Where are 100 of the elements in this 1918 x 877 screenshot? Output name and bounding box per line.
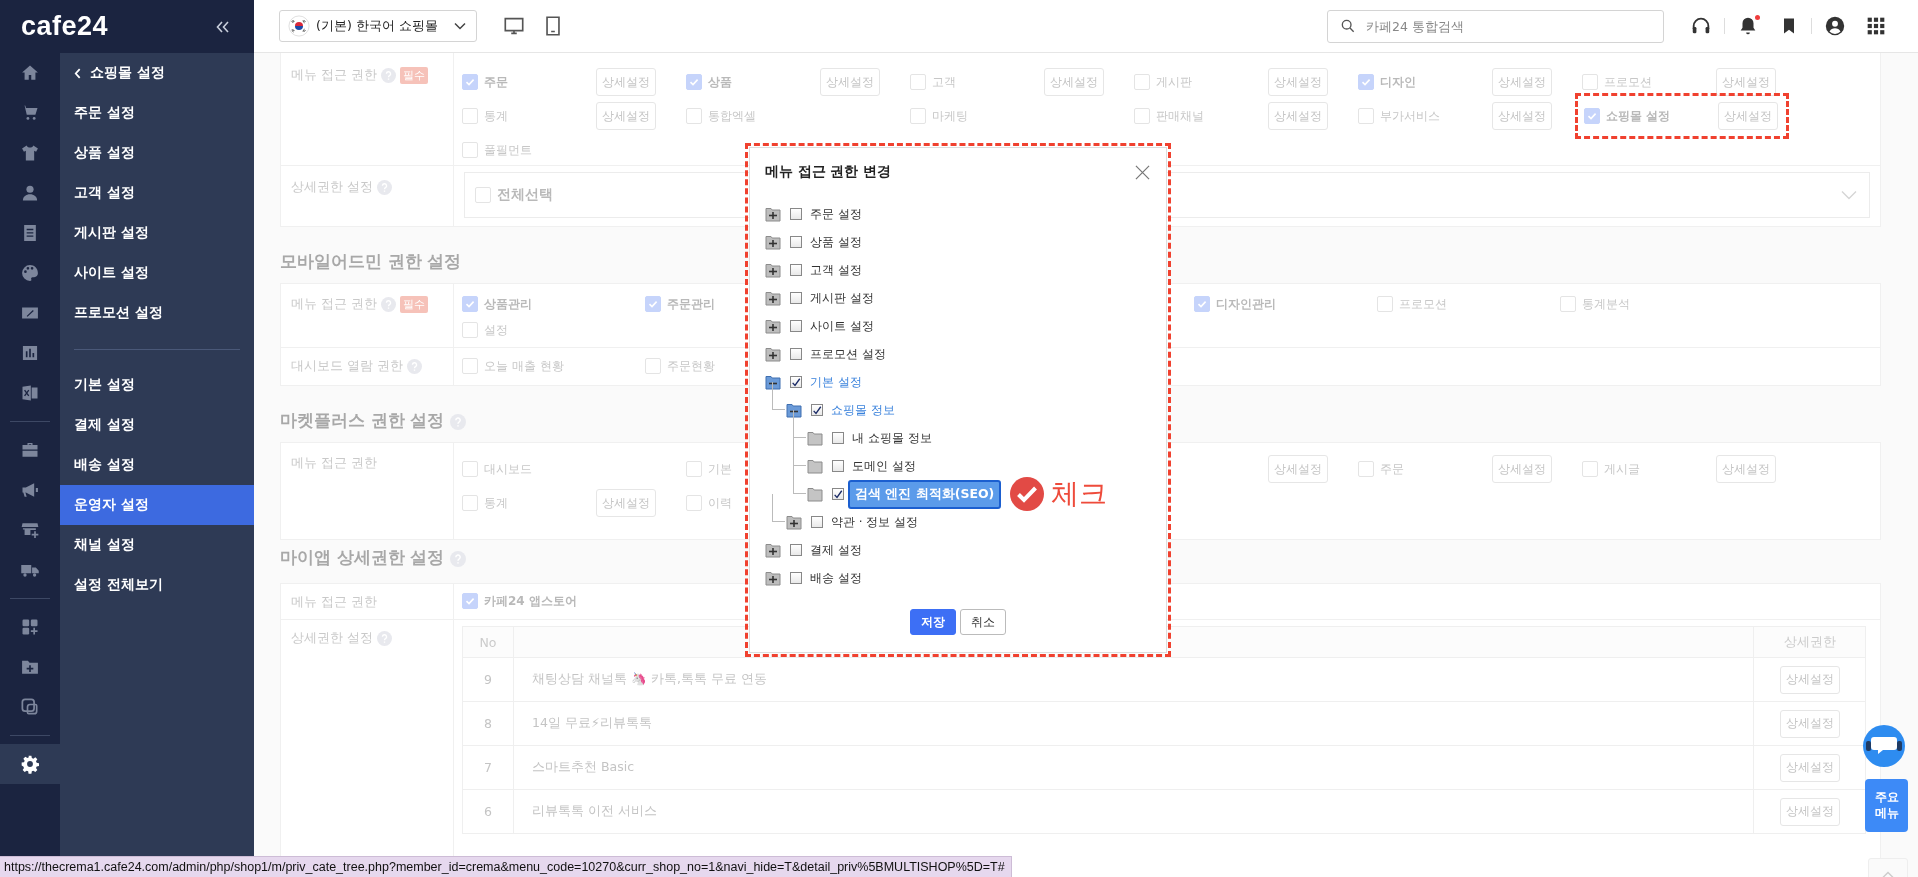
tree-line: [793, 410, 806, 438]
menu-item[interactable]: 프로모션 설정: [60, 293, 254, 333]
menu-item[interactable]: 기본 설정: [60, 365, 254, 405]
home-icon[interactable]: [20, 63, 40, 83]
checkbox[interactable]: [790, 544, 802, 556]
shirt-icon[interactable]: [20, 143, 40, 163]
checkbox[interactable]: [811, 516, 823, 528]
search-icon: [1340, 18, 1356, 34]
folder-plus-icon[interactable]: [786, 514, 802, 530]
search-field[interactable]: 카페24 통합검색: [1327, 9, 1664, 43]
chevron-down-icon: [1841, 190, 1857, 200]
checkbox[interactable]: [790, 320, 802, 332]
save-button[interactable]: 저장: [909, 609, 956, 635]
tree-item[interactable]: 게시판 설정: [810, 289, 874, 307]
flag-icon: [288, 15, 310, 37]
menu-item[interactable]: 결제 설정: [60, 405, 254, 445]
chevron-down-icon: [454, 22, 466, 30]
folder-plus-icon[interactable]: [765, 318, 781, 334]
checkbox-label: 프로모션: [1604, 73, 1652, 91]
palette-icon[interactable]: [20, 263, 40, 283]
checkbox-label: 디자인: [1380, 73, 1416, 91]
folder-plus-icon[interactable]: [765, 346, 781, 362]
tree-item[interactable]: 쇼핑몰 정보: [831, 401, 895, 419]
menu-item[interactable]: 게시판 설정: [60, 213, 254, 253]
tree-item[interactable]: 프로모션 설정: [810, 345, 886, 363]
checkbox[interactable]: [790, 208, 802, 220]
checkbox[interactable]: [832, 432, 844, 444]
checkbox[interactable]: [811, 404, 823, 416]
rail-button[interactable]: [0, 744, 60, 784]
checkbox[interactable]: [790, 348, 802, 360]
tree-item[interactable]: 내 쇼핑몰 정보: [852, 429, 932, 447]
tree-item[interactable]: 고객 설정: [810, 261, 862, 279]
tree-line: [772, 382, 785, 410]
folder-minus-icon[interactable]: [765, 374, 781, 390]
table-cell: 7: [462, 745, 514, 790]
menu-item[interactable]: 상품 설정: [60, 133, 254, 173]
spreadsheet-icon[interactable]: [20, 383, 40, 403]
shop-select[interactable]: (기본) 한국어 쇼핑몰: [279, 10, 477, 42]
tree-item[interactable]: 약관 · 정보 설정: [831, 513, 919, 531]
tree-item[interactable]: 상품 설정: [810, 233, 862, 251]
apps-add-icon[interactable]: [20, 617, 40, 637]
menu-item[interactable]: 채널 설정: [60, 525, 254, 565]
tree-item[interactable]: 배송 설정: [810, 569, 862, 587]
chevron-left-icon: [74, 67, 81, 79]
checkbox-label: 상품관리: [484, 295, 532, 313]
checkbox-label: 통합엑셀: [708, 107, 756, 125]
checkbox-label: 프로모션: [1399, 295, 1447, 313]
checkbox[interactable]: [832, 460, 844, 472]
checkbox[interactable]: [790, 292, 802, 304]
briefcase-icon[interactable]: [20, 440, 40, 460]
checkbox[interactable]: [790, 264, 802, 276]
checkbox[interactable]: [832, 488, 844, 500]
apps-grid-icon[interactable]: [1866, 16, 1886, 36]
copy-icon[interactable]: [20, 697, 40, 717]
store-add-icon[interactable]: [20, 520, 40, 540]
tree-item[interactable]: 기본 설정: [810, 373, 862, 391]
folder-plus-icon[interactable]: [765, 542, 781, 558]
table-cell: 8: [462, 701, 514, 746]
cancel-button[interactable]: 취소: [959, 609, 1006, 635]
tree-line: [793, 438, 806, 466]
tree-item[interactable]: 결제 설정: [810, 541, 862, 559]
checkbox-label: 주문: [484, 73, 508, 91]
chat-bubble-icon[interactable]: [1861, 722, 1907, 768]
checkbox[interactable]: [790, 572, 802, 584]
menu-item[interactable]: 고객 설정: [60, 173, 254, 213]
checkbox-label: 풀필먼트: [484, 141, 532, 159]
folder-plus-icon[interactable]: [765, 262, 781, 278]
tree-line: [772, 494, 785, 522]
tree-item[interactable]: 도메인 설정: [852, 457, 916, 475]
folder-icon: [807, 430, 823, 446]
bar-chart-icon[interactable]: [20, 343, 40, 363]
menu-item[interactable]: 주문 설정: [60, 93, 254, 133]
settings-icon[interactable]: [20, 754, 40, 774]
folder-plus-icon[interactable]: [765, 206, 781, 222]
folder-plus-icon[interactable]: [765, 234, 781, 250]
menu-item[interactable]: 운영자 설정: [60, 485, 254, 525]
close-icon[interactable]: [1135, 164, 1150, 180]
folder-plus-icon[interactable]: [765, 290, 781, 306]
checkbox-label: 상품: [708, 73, 732, 91]
back-link[interactable]: 쇼핑몰 설정: [60, 53, 254, 93]
checkbox[interactable]: [790, 376, 802, 388]
tree-item[interactable]: 사이트 설정: [810, 317, 874, 335]
checkbox-label: 부가서비스: [1380, 107, 1440, 125]
table-cell: 14일 무료⚡리뷰톡톡: [513, 701, 1754, 746]
checkbox-label: 쇼핑몰 설정: [1606, 107, 1671, 125]
checkbox[interactable]: [790, 236, 802, 248]
user-icon[interactable]: [1824, 15, 1846, 37]
menu-item[interactable]: 사이트 설정: [60, 253, 254, 293]
checkmark-icon: [791, 376, 801, 388]
table-cell: 리뷰톡톡 이전 서비스: [513, 789, 1754, 834]
collapse-icon[interactable]: [216, 20, 230, 33]
person-icon[interactable]: [20, 183, 40, 203]
folder-minus-icon[interactable]: [786, 402, 802, 418]
desktop-icon[interactable]: [503, 15, 525, 37]
menu-item[interactable]: 배송 설정: [60, 445, 254, 485]
table-cell: 스마트추천 Basic: [513, 745, 1754, 790]
folder-plus-icon[interactable]: [765, 570, 781, 586]
logo[interactable]: cafe24: [21, 11, 109, 42]
menu-item[interactable]: 설정 전체보기: [60, 565, 254, 605]
checkmark-icon: [833, 488, 843, 500]
